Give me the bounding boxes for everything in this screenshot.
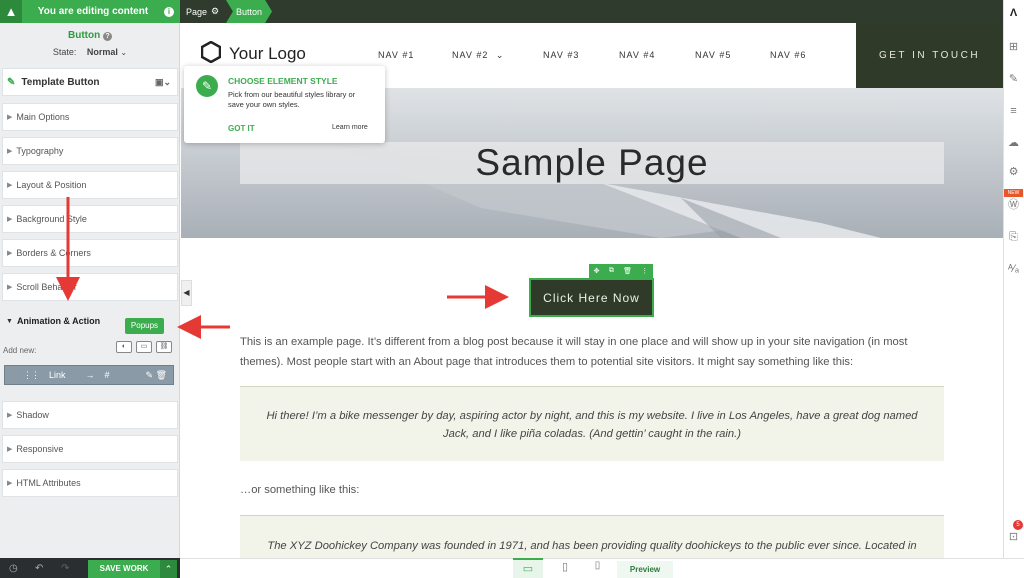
mobile-view-icon[interactable]: ▯ [585,560,610,578]
format-icon[interactable]: ⎘ [1006,230,1021,245]
add-icon[interactable]: ⊞ [1006,40,1021,55]
notification-count: 5 [1013,520,1023,530]
new-badge: NEW [1004,189,1023,197]
font-size-icon[interactable]: ᴬ⁄ₐ [1006,262,1021,277]
cloud-download-icon[interactable]: ☁ [1006,136,1021,151]
inbox-icon[interactable]: ⊡ [1006,530,1021,545]
tablet-view-icon[interactable]: ▯ [550,560,580,578]
desktop-view-icon[interactable]: ▭ [513,558,543,578]
sliders-icon[interactable]: ≡ [1006,104,1021,119]
app-logo-icon[interactable]: Λ [1006,6,1021,21]
preview-button[interactable]: Preview [617,561,673,578]
annotation-arrows [56,197,509,339]
gear-icon[interactable]: ⚙ [1006,165,1021,180]
brush-icon[interactable]: ✎ [1006,72,1021,87]
wordpress-icon[interactable]: Ⓦ [1006,198,1021,213]
